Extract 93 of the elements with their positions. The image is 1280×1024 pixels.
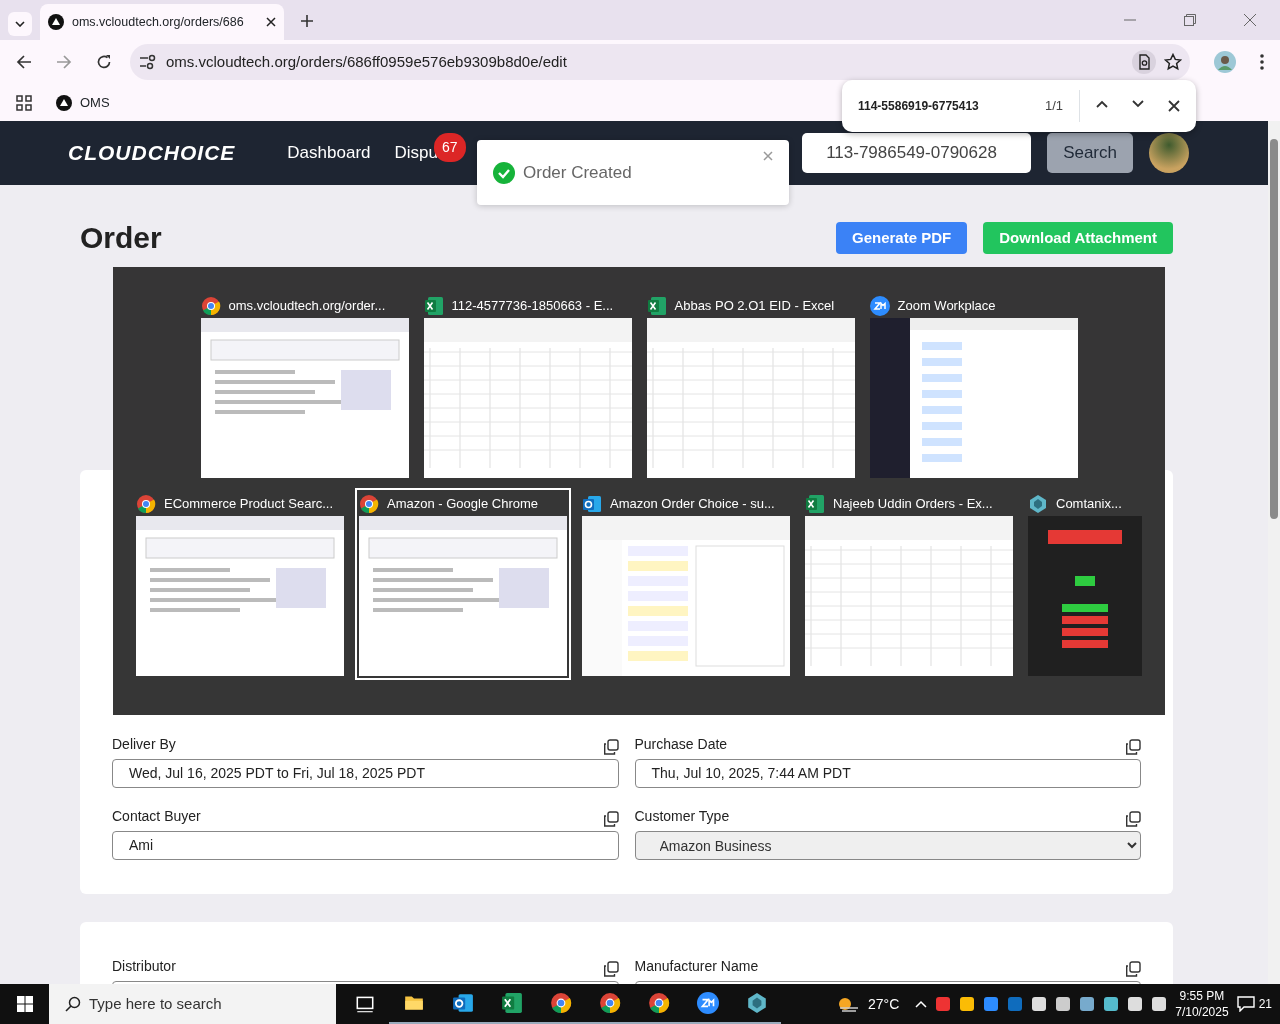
tab-title: oms.vcloudtech.org/orders/686 bbox=[72, 13, 245, 31]
toast-message: Order Created bbox=[523, 161, 633, 184]
apps-grid-icon[interactable] bbox=[16, 94, 32, 111]
search-button[interactable]: Search bbox=[1047, 133, 1133, 173]
tray-icon[interactable] bbox=[1031, 996, 1048, 1012]
tray-icon[interactable] bbox=[983, 996, 1000, 1012]
new-tab-icon[interactable] bbox=[300, 14, 314, 28]
page-title: Order bbox=[80, 220, 163, 256]
star-icon[interactable] bbox=[1164, 53, 1182, 71]
window-title: Amazon Order Choice - su... bbox=[610, 495, 775, 514]
back-icon[interactable] bbox=[16, 54, 32, 70]
window-preview[interactable]: oms.vcloudtech.org/order... bbox=[196, 290, 413, 482]
input-field[interactable]: Thu, Jul 10, 2025, 7:44 AM PDT bbox=[634, 759, 1141, 788]
close-icon[interactable] bbox=[266, 17, 276, 27]
find-query-field[interactable]: 114-5586919-6775413 bbox=[858, 97, 1045, 115]
copy-icon[interactable] bbox=[1125, 811, 1141, 827]
window-preview[interactable]: Amazon Order Choice - su... bbox=[578, 488, 794, 680]
logo: CLOUDCHOICE bbox=[68, 140, 236, 167]
field-label: Distributor bbox=[112, 957, 176, 976]
speech-bubble-icon bbox=[1236, 996, 1255, 1012]
address-bar[interactable]: oms.vcloudtech.org/orders/686ff0959e576eb9309b8d0e/edit bbox=[130, 44, 1190, 80]
app-icon bbox=[582, 494, 602, 514]
bookmark-link[interactable]: OMS bbox=[56, 92, 110, 113]
app-icon bbox=[359, 494, 379, 514]
copy-icon[interactable] bbox=[602, 739, 619, 755]
window-title: oms.vcloudtech.org/order... bbox=[228, 297, 386, 316]
user-avatar[interactable] bbox=[1149, 133, 1189, 173]
browser-tab[interactable]: oms.vcloudtech.org/orders/686 bbox=[40, 4, 284, 40]
taskbar-search-field[interactable]: Type here to search bbox=[49, 984, 336, 1024]
site-favicon bbox=[48, 14, 64, 30]
tray-icon[interactable] bbox=[1079, 996, 1096, 1012]
select-field[interactable]: Amazon Business bbox=[634, 831, 1141, 860]
window-title: Amazon - Google Chrome bbox=[387, 495, 538, 514]
app-icon bbox=[423, 296, 444, 316]
search-icon bbox=[65, 996, 81, 1012]
field-label: Deliver By bbox=[112, 735, 176, 754]
copy-icon[interactable] bbox=[602, 811, 619, 827]
window-preview[interactable]: Zoom Workplace bbox=[865, 290, 1082, 482]
input-field[interactable]: Wed, Jul 16, 2025 PDT to Fri, Jul 18, 2025 PDT bbox=[112, 759, 619, 788]
tray-icon[interactable] bbox=[959, 996, 976, 1012]
window-title: Najeeb Uddin Orders - Ex... bbox=[833, 495, 993, 514]
app-icon bbox=[869, 296, 890, 316]
window-title: Abbas PO 2.O1 EID - Excel bbox=[674, 297, 835, 316]
generate-pdf-button[interactable]: Generate PDF bbox=[836, 222, 968, 254]
tray-icon[interactable] bbox=[1103, 996, 1120, 1012]
tray-icon[interactable] bbox=[1055, 996, 1072, 1012]
window-preview[interactable]: Amazon - Google Chrome bbox=[355, 488, 571, 680]
tab-list-button[interactable] bbox=[8, 12, 32, 36]
copy-icon[interactable] bbox=[1125, 961, 1141, 977]
window-title: 112-4577736-1850663 - E... bbox=[451, 297, 614, 316]
page-search-icon[interactable] bbox=[1132, 50, 1156, 74]
clock-date: 7/10/2025 bbox=[1175, 1004, 1229, 1021]
window-preview[interactable]: Najeeb Uddin Orders - Ex... bbox=[801, 488, 1017, 680]
forward-icon[interactable] bbox=[56, 54, 72, 70]
close-icon[interactable] bbox=[1168, 100, 1180, 112]
clock-time: 9:55 PM bbox=[1178, 987, 1226, 1004]
tray-icon[interactable] bbox=[1151, 996, 1168, 1012]
app-icon bbox=[646, 296, 667, 316]
notifications-button[interactable]: 21 bbox=[1236, 995, 1280, 1013]
restore-icon[interactable] bbox=[1184, 14, 1196, 26]
windows-logo-icon bbox=[16, 996, 33, 1012]
app-icon bbox=[805, 494, 825, 514]
profile-avatar[interactable] bbox=[1214, 51, 1236, 73]
chevron-down-icon[interactable] bbox=[1132, 100, 1144, 108]
match-count: 1/1 bbox=[1044, 90, 1080, 122]
copy-icon[interactable] bbox=[1125, 739, 1141, 755]
reload-icon[interactable] bbox=[96, 54, 112, 70]
temperature: 27°C bbox=[867, 994, 900, 1014]
search-field[interactable]: 113-7986549-0790628 bbox=[802, 133, 1032, 173]
menu-icon[interactable] bbox=[1260, 54, 1264, 70]
site-settings-icon[interactable] bbox=[138, 52, 158, 72]
nav-link[interactable]: Dashboard bbox=[287, 140, 371, 166]
window-title: Zoom Workplace bbox=[897, 297, 996, 316]
window-title: ECommerce Product Searc... bbox=[164, 495, 334, 514]
field-label: Purchase Date bbox=[634, 735, 728, 754]
chevron-up-icon[interactable] bbox=[1096, 100, 1108, 108]
copy-icon[interactable] bbox=[602, 961, 619, 977]
input-field[interactable]: Ami bbox=[112, 831, 619, 860]
app-icon bbox=[136, 494, 156, 514]
site-favicon bbox=[56, 94, 72, 111]
window-preview[interactable]: 112-4577736-1850663 - E... bbox=[419, 290, 636, 482]
window-title: Comtanix... bbox=[1056, 495, 1122, 514]
field-label: Customer Type bbox=[634, 807, 730, 826]
caret-icon bbox=[15, 21, 25, 27]
window-preview[interactable]: Abbas PO 2.O1 EID - Excel bbox=[642, 290, 859, 482]
window-preview[interactable]: ECommerce Product Searc... bbox=[132, 488, 348, 680]
field-label: Manufacturer Name bbox=[634, 957, 759, 976]
success-check-icon bbox=[493, 161, 515, 184]
app-icon bbox=[1028, 494, 1048, 514]
app-icon bbox=[200, 296, 221, 316]
field-label: Contact Buyer bbox=[112, 807, 201, 826]
tray-icon[interactable] bbox=[1127, 996, 1144, 1012]
window-preview[interactable]: Comtanix... bbox=[1024, 488, 1146, 680]
